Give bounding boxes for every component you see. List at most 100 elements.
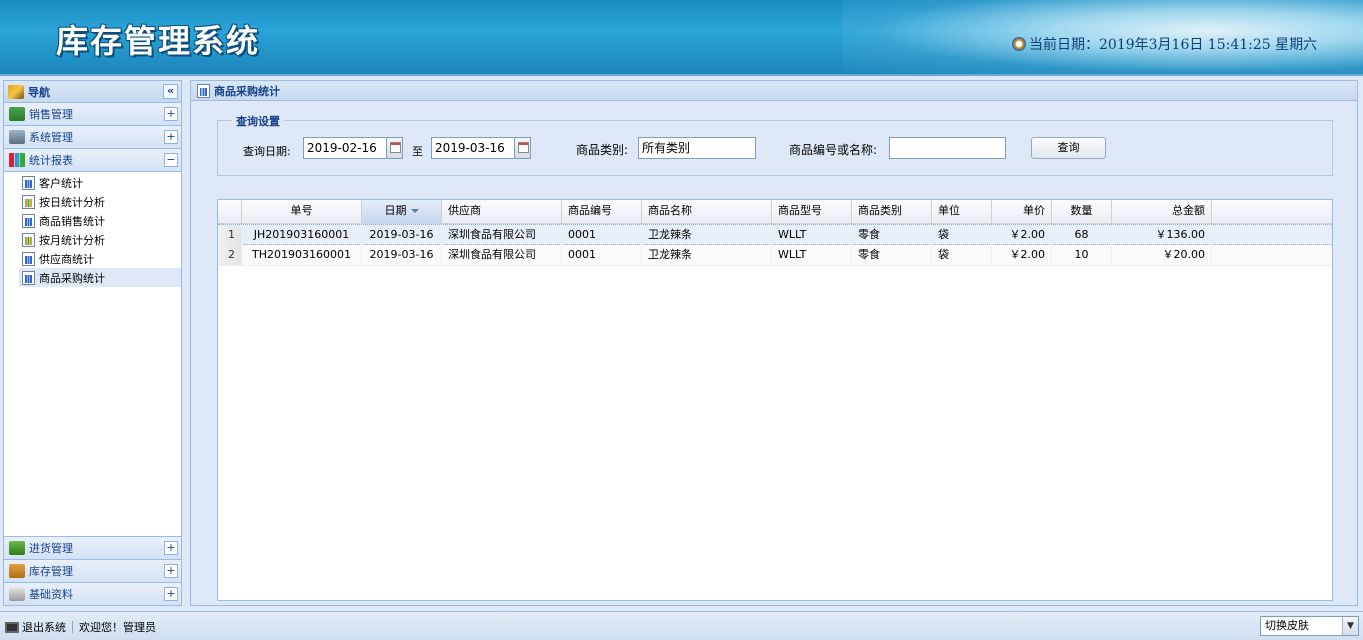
product-model-cell: WLLT [772, 225, 852, 245]
sidebar-item-label: 库存管理 [29, 565, 73, 578]
rownum-header [218, 200, 242, 224]
report-icon [22, 175, 35, 190]
date-label: 查询日期: [243, 145, 291, 158]
footer-left: 退出系统 欢迎您！管理员 [5, 619, 156, 635]
report-icon [197, 83, 210, 98]
sidebar-item-label: 进货管理 [29, 542, 73, 555]
table-row[interactable]: 1 JH201903160001 2019-03-16 深圳食品有限公司 000… [218, 224, 1332, 245]
report-icon [22, 251, 35, 266]
column-header[interactable]: 数量 [1052, 200, 1112, 224]
column-header[interactable]: 商品名称 [642, 200, 772, 224]
column-header-sorted[interactable]: 日期 [362, 200, 442, 224]
column-header[interactable]: 商品型号 [772, 200, 852, 224]
date-cell: 2019-03-16 [362, 225, 442, 245]
report-icon [22, 232, 35, 247]
sidebar-item-label: 统计报表 [29, 154, 73, 167]
status-bar: 退出系统 欢迎您！管理员 切换皮肤 ▼ [0, 611, 1363, 640]
tree-item-purchase-stats[interactable]: 商品采购统计 [19, 268, 181, 287]
tree-item-supplier-stats[interactable]: 供应商统计 [19, 249, 181, 268]
unit-price-cell: ￥2.00 [992, 245, 1052, 265]
sidebar: 导航 « 销售管理 + 系统管理 + 统计报表 − 客户统计 按日统计分析 商品… [3, 80, 182, 606]
tree-item-label: 客户统计 [39, 176, 83, 190]
report-icon [22, 194, 35, 209]
tree-item-monthly-analysis[interactable]: 按月统计分析 [19, 230, 181, 249]
tree-item-customer-stats[interactable]: 客户统计 [19, 173, 181, 192]
quantity-cell: 68 [1052, 225, 1112, 245]
expand-icon[interactable]: + [164, 564, 178, 578]
code-or-name-input[interactable] [889, 137, 1006, 159]
report-tree: 客户统计 按日统计分析 商品销售统计 按月统计分析 供应商统计 商品采购统计 [4, 172, 181, 287]
to-label: 至 [412, 145, 423, 158]
sidebar-item-inventory[interactable]: 库存管理 + [4, 559, 181, 582]
tree-item-label: 按月统计分析 [39, 233, 105, 247]
category-label: 商品类别: [576, 143, 629, 157]
current-date: 当前日期：2019年3月16日 15:41:25 星期六 [1012, 34, 1317, 54]
bar-chart-icon [9, 153, 25, 167]
expand-icon[interactable]: + [164, 587, 178, 601]
sidebar-item-basic-data[interactable]: 基础资料 + [4, 582, 181, 605]
unit-price-cell: ￥2.00 [992, 225, 1052, 245]
sidebar-item-label: 系统管理 [29, 131, 73, 144]
unit-cell: 袋 [932, 225, 992, 245]
logout-link[interactable]: 退出系统 [22, 619, 66, 635]
report-icon [22, 270, 35, 285]
category-select[interactable]: 所有类别 [638, 137, 756, 159]
product-category-cell: 零食 [852, 245, 932, 265]
product-name-cell: 卫龙辣条 [642, 225, 772, 245]
column-header[interactable]: 商品编号 [562, 200, 642, 224]
supplier-cell: 深圳食品有限公司 [442, 245, 562, 265]
skin-select[interactable]: 切换皮肤 ▼ [1260, 616, 1359, 636]
query-legend: 查询设置 [232, 113, 284, 129]
monitor-icon [5, 621, 19, 633]
sidebar-item-system[interactable]: 系统管理 + [4, 126, 181, 149]
column-header[interactable]: 供应商 [442, 200, 562, 224]
skin-select-value: 切换皮肤 [1265, 619, 1309, 632]
expand-icon[interactable]: + [164, 107, 178, 121]
tree-item-daily-analysis[interactable]: 按日统计分析 [19, 192, 181, 211]
sidebar-item-sales[interactable]: 销售管理 + [4, 103, 181, 126]
sidebar-title: 导航 [28, 85, 50, 99]
sales-icon [9, 107, 25, 121]
tree-item-label: 按日统计分析 [39, 195, 105, 209]
app-header: 库存管理系统 当前日期：2019年3月16日 15:41:25 星期六 [0, 0, 1363, 76]
column-header[interactable]: 单号 [242, 200, 362, 224]
product-name-cell: 卫龙辣条 [642, 245, 772, 265]
column-header[interactable]: 总金额 [1112, 200, 1212, 224]
expand-icon[interactable]: + [164, 541, 178, 555]
date-cell: 2019-03-16 [362, 245, 442, 265]
sort-desc-icon [410, 209, 419, 213]
column-header[interactable]: 商品类别 [852, 200, 932, 224]
chevron-down-icon[interactable]: ▼ [1342, 617, 1358, 635]
collapse-sidebar-button[interactable]: « [163, 84, 178, 99]
tree-item-product-sales-stats[interactable]: 商品销售统计 [19, 211, 181, 230]
end-date-calendar-icon[interactable] [514, 137, 531, 159]
sidebar-item-reports[interactable]: 统计报表 − [4, 149, 181, 172]
tree-item-label: 供应商统计 [39, 252, 94, 266]
query-settings: 查询设置 查询日期: 2019-02-16 至 2019-03-16 商品类别:… [217, 113, 1333, 176]
app-title: 库存管理系统 [56, 22, 261, 60]
current-date-text: 当前日期：2019年3月16日 15:41:25 星期六 [1029, 37, 1318, 53]
page-title: 商品采购统计 [214, 84, 280, 98]
tree-item-label: 商品销售统计 [39, 214, 105, 228]
row-number: 2 [218, 245, 242, 265]
product-model-cell: WLLT [772, 245, 852, 265]
computer-icon [9, 130, 25, 144]
column-header[interactable]: 单价 [992, 200, 1052, 224]
table-row[interactable]: 2 TH201903160001 2019-03-16 深圳食品有限公司 000… [218, 245, 1332, 266]
sidebar-item-label: 销售管理 [29, 108, 73, 121]
start-date-calendar-icon[interactable] [386, 137, 403, 159]
purchase-grid: 单号 日期 供应商 商品编号 商品名称 商品型号 商品类别 单位 单价 数量 总… [217, 199, 1333, 601]
divider [72, 621, 73, 633]
document-icon [9, 587, 25, 601]
row-number: 1 [218, 225, 242, 245]
collapse-icon[interactable]: − [164, 153, 178, 167]
welcome-text: 欢迎您！管理员 [79, 621, 156, 634]
order-number-cell: JH201903160001 [242, 225, 362, 245]
expand-icon[interactable]: + [164, 130, 178, 144]
sidebar-item-purchase[interactable]: 进货管理 + [4, 536, 181, 559]
search-button[interactable]: 查询 [1031, 137, 1106, 159]
sidebar-header: 导航 « [4, 81, 181, 103]
column-header[interactable]: 单位 [932, 200, 992, 224]
product-code-cell: 0001 [562, 245, 642, 265]
product-category-cell: 零食 [852, 225, 932, 245]
